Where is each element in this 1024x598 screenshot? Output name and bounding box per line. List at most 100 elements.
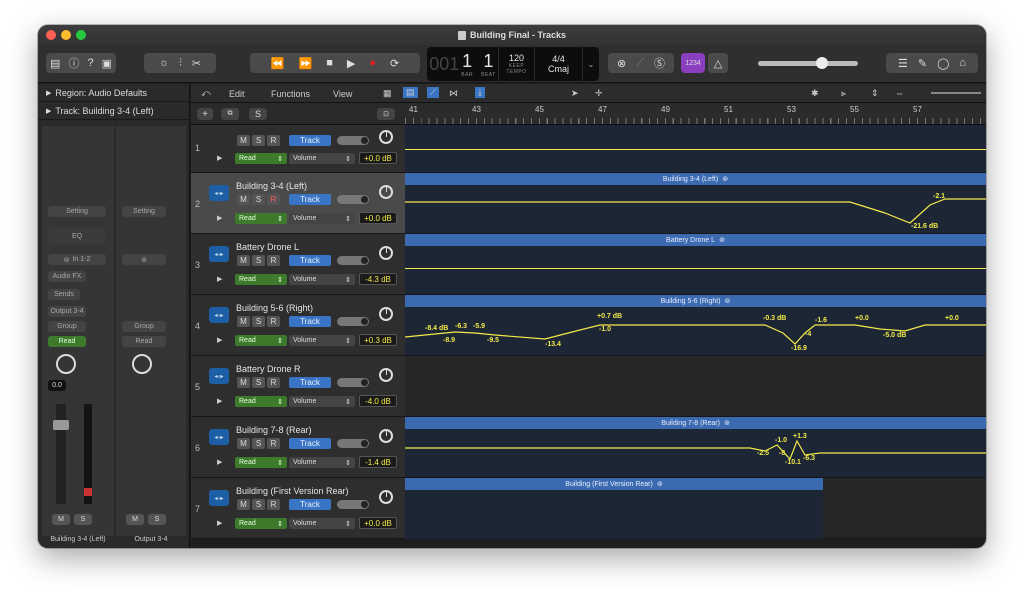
automation-value[interactable]: -4.0 dB xyxy=(359,395,397,407)
record-enable-button[interactable]: R xyxy=(267,377,280,388)
volume-knob[interactable] xyxy=(379,368,393,382)
track-name[interactable]: Battery Drone L xyxy=(236,242,299,252)
input-slot[interactable]: ⊚ In 1-2 xyxy=(48,254,106,265)
disclosure-triangle-icon[interactable]: ▶ xyxy=(217,336,222,344)
automation-param-select[interactable]: Volume ⇕ xyxy=(289,518,355,529)
disclosure-triangle-icon[interactable]: ▶ xyxy=(217,154,222,162)
master-volume-slider[interactable] xyxy=(758,57,858,69)
track-inspector-row[interactable]: ▶ Track: Building 3-4 (Left) xyxy=(38,102,189,120)
mute-button[interactable]: M xyxy=(237,438,250,449)
fader-cap[interactable] xyxy=(53,420,69,430)
region-header[interactable]: Building (First Version Rear) ⊚ xyxy=(405,478,823,490)
group-slot[interactable]: Group xyxy=(48,321,86,332)
automation-param-select[interactable]: Volume ⇕ xyxy=(289,213,355,224)
settings-icon[interactable]: ✱ xyxy=(811,88,819,99)
automation-value[interactable]: -1.4 dB xyxy=(359,456,397,468)
eq-display[interactable]: EQ xyxy=(48,228,106,244)
browser-icon[interactable]: ⌂ xyxy=(959,57,966,69)
track-header-2[interactable]: 2 ◂◃▸ Building 3-4 (Left) M S R Track ▶ … xyxy=(191,173,405,234)
solo-button[interactable]: S xyxy=(252,499,265,510)
disclosure-triangle-icon[interactable]: ▶ xyxy=(217,458,222,466)
track-header-6[interactable]: 6 ◂◃▸ Building 7-8 (Rear) M S R Track ▶ … xyxy=(191,417,405,478)
solo-button[interactable]: S xyxy=(252,255,265,266)
solo-button[interactable]: S xyxy=(252,438,265,449)
automation-mode-select[interactable]: Read ⇕ xyxy=(235,153,287,164)
zoom-slider[interactable] xyxy=(931,92,981,94)
pan-knob[interactable] xyxy=(56,354,76,374)
strip2-link-icon[interactable]: ⊚ xyxy=(122,254,166,265)
automation-mode-select[interactable]: Read ⇕ xyxy=(235,213,287,224)
automation-mode-select[interactable]: Read ⇕ xyxy=(235,274,287,285)
track-name[interactable]: Building 3-4 (Left) xyxy=(236,181,307,191)
rewind-icon[interactable]: ⏪ xyxy=(271,57,285,70)
count-in-button[interactable]: 1234 xyxy=(681,53,705,73)
automation-icon[interactable]: ⟋ xyxy=(427,87,440,98)
track-name[interactable]: Battery Drone R xyxy=(236,364,301,374)
cycle-icon[interactable]: ⟳ xyxy=(390,57,399,70)
track-automation-button[interactable]: Track xyxy=(289,438,331,449)
strip2-group-slot[interactable]: Group xyxy=(122,321,166,332)
flex-icon[interactable]: ⋈ xyxy=(449,88,458,99)
track-options-icon[interactable]: ⊡ xyxy=(377,108,395,120)
track-header-5[interactable]: 5 ◂◃▸ Battery Drone R M S R Track ▶ Read… xyxy=(191,356,405,417)
volume-knob[interactable] xyxy=(379,130,393,144)
track-on-toggle[interactable] xyxy=(337,439,369,448)
back-icon[interactable]: ⤺ xyxy=(201,88,211,99)
solo-button[interactable]: S xyxy=(252,377,265,388)
track-lane-5[interactable] xyxy=(405,356,986,417)
track-lane-7[interactable]: Building (First Version Rear) ⊚ xyxy=(405,478,986,539)
mute-button[interactable]: M xyxy=(237,377,250,388)
mute-button[interactable]: M xyxy=(237,316,250,327)
strip2-mute-button[interactable]: M xyxy=(126,514,144,525)
list-view-icon[interactable]: ▤ xyxy=(403,87,418,98)
toolbar-icon[interactable]: ▣ xyxy=(102,57,112,70)
automation-value[interactable]: +0.0 dB xyxy=(359,212,397,224)
record-enable-button[interactable]: R xyxy=(267,499,280,510)
metronome-icon[interactable]: △ xyxy=(708,53,728,73)
record-icon[interactable]: ● xyxy=(369,57,376,69)
volume-knob[interactable] xyxy=(379,307,393,321)
record-enable-button[interactable]: R xyxy=(267,438,280,449)
sends-slot[interactable]: Sends xyxy=(48,289,80,300)
loop-browser-icon[interactable]: ◯ xyxy=(937,57,949,70)
strip1-mute-button[interactable]: M xyxy=(52,514,70,525)
stop-icon[interactable]: ■ xyxy=(326,57,333,69)
volume-knob[interactable] xyxy=(379,490,393,504)
bar-ruler[interactable]: 41 43 45 47 49 51 53 55 57 xyxy=(405,103,986,125)
tuner-icon[interactable]: ⟋ xyxy=(636,57,644,70)
automation-mode-select[interactable]: Read ⇕ xyxy=(235,396,287,407)
track-lane-1[interactable] xyxy=(405,125,986,173)
track-automation-button[interactable]: Track xyxy=(289,255,331,266)
mute-button[interactable]: M xyxy=(237,499,250,510)
automation-mode-select[interactable]: Read ⇕ xyxy=(235,518,287,529)
automation-param-select[interactable]: Volume ⇕ xyxy=(289,335,355,346)
region-header[interactable]: Battery Drone L ⊚ xyxy=(405,234,986,246)
disclosure-triangle-icon[interactable]: ▶ xyxy=(217,397,222,405)
global-solo-button[interactable]: S xyxy=(249,108,267,120)
add-track-button[interactable]: + xyxy=(197,108,213,120)
minimize-window-button[interactable] xyxy=(61,30,71,40)
grid-view-icon[interactable]: ▦ xyxy=(383,88,392,99)
solo-button[interactable]: S xyxy=(252,135,265,146)
volume-knob[interactable] xyxy=(379,246,393,260)
solo-button[interactable]: S xyxy=(252,194,265,205)
strip2-setting-button[interactable]: Setting xyxy=(122,206,166,217)
automation-value[interactable]: +0.0 dB xyxy=(359,152,397,164)
track-on-toggle[interactable] xyxy=(337,317,369,326)
help-icon[interactable]: ? xyxy=(87,57,93,69)
setting-button[interactable]: Setting xyxy=(48,206,106,217)
strip2-read-button[interactable]: Read xyxy=(122,336,166,347)
track-on-toggle[interactable] xyxy=(337,256,369,265)
mute-button[interactable]: M xyxy=(237,135,250,146)
track-name[interactable]: Building (First Version Rear) xyxy=(236,486,349,496)
audio-fx-slot[interactable]: Audio FX xyxy=(48,271,86,282)
inspector-icon[interactable]: ⓘ xyxy=(68,55,79,71)
region-inspector-row[interactable]: ▶ Region: Audio Defaults xyxy=(38,84,189,102)
solo-mode-icon[interactable]: Ⓢ xyxy=(654,55,665,71)
automation-value[interactable]: -4.3 dB xyxy=(359,273,397,285)
mute-button[interactable]: M xyxy=(237,255,250,266)
record-enable-button[interactable]: R xyxy=(267,255,280,266)
track-name[interactable]: Building 7-8 (Rear) xyxy=(236,425,312,435)
automation-param-select[interactable]: Volume ⇕ xyxy=(289,153,355,164)
pointer-tool-icon[interactable]: ➤ xyxy=(571,88,579,99)
